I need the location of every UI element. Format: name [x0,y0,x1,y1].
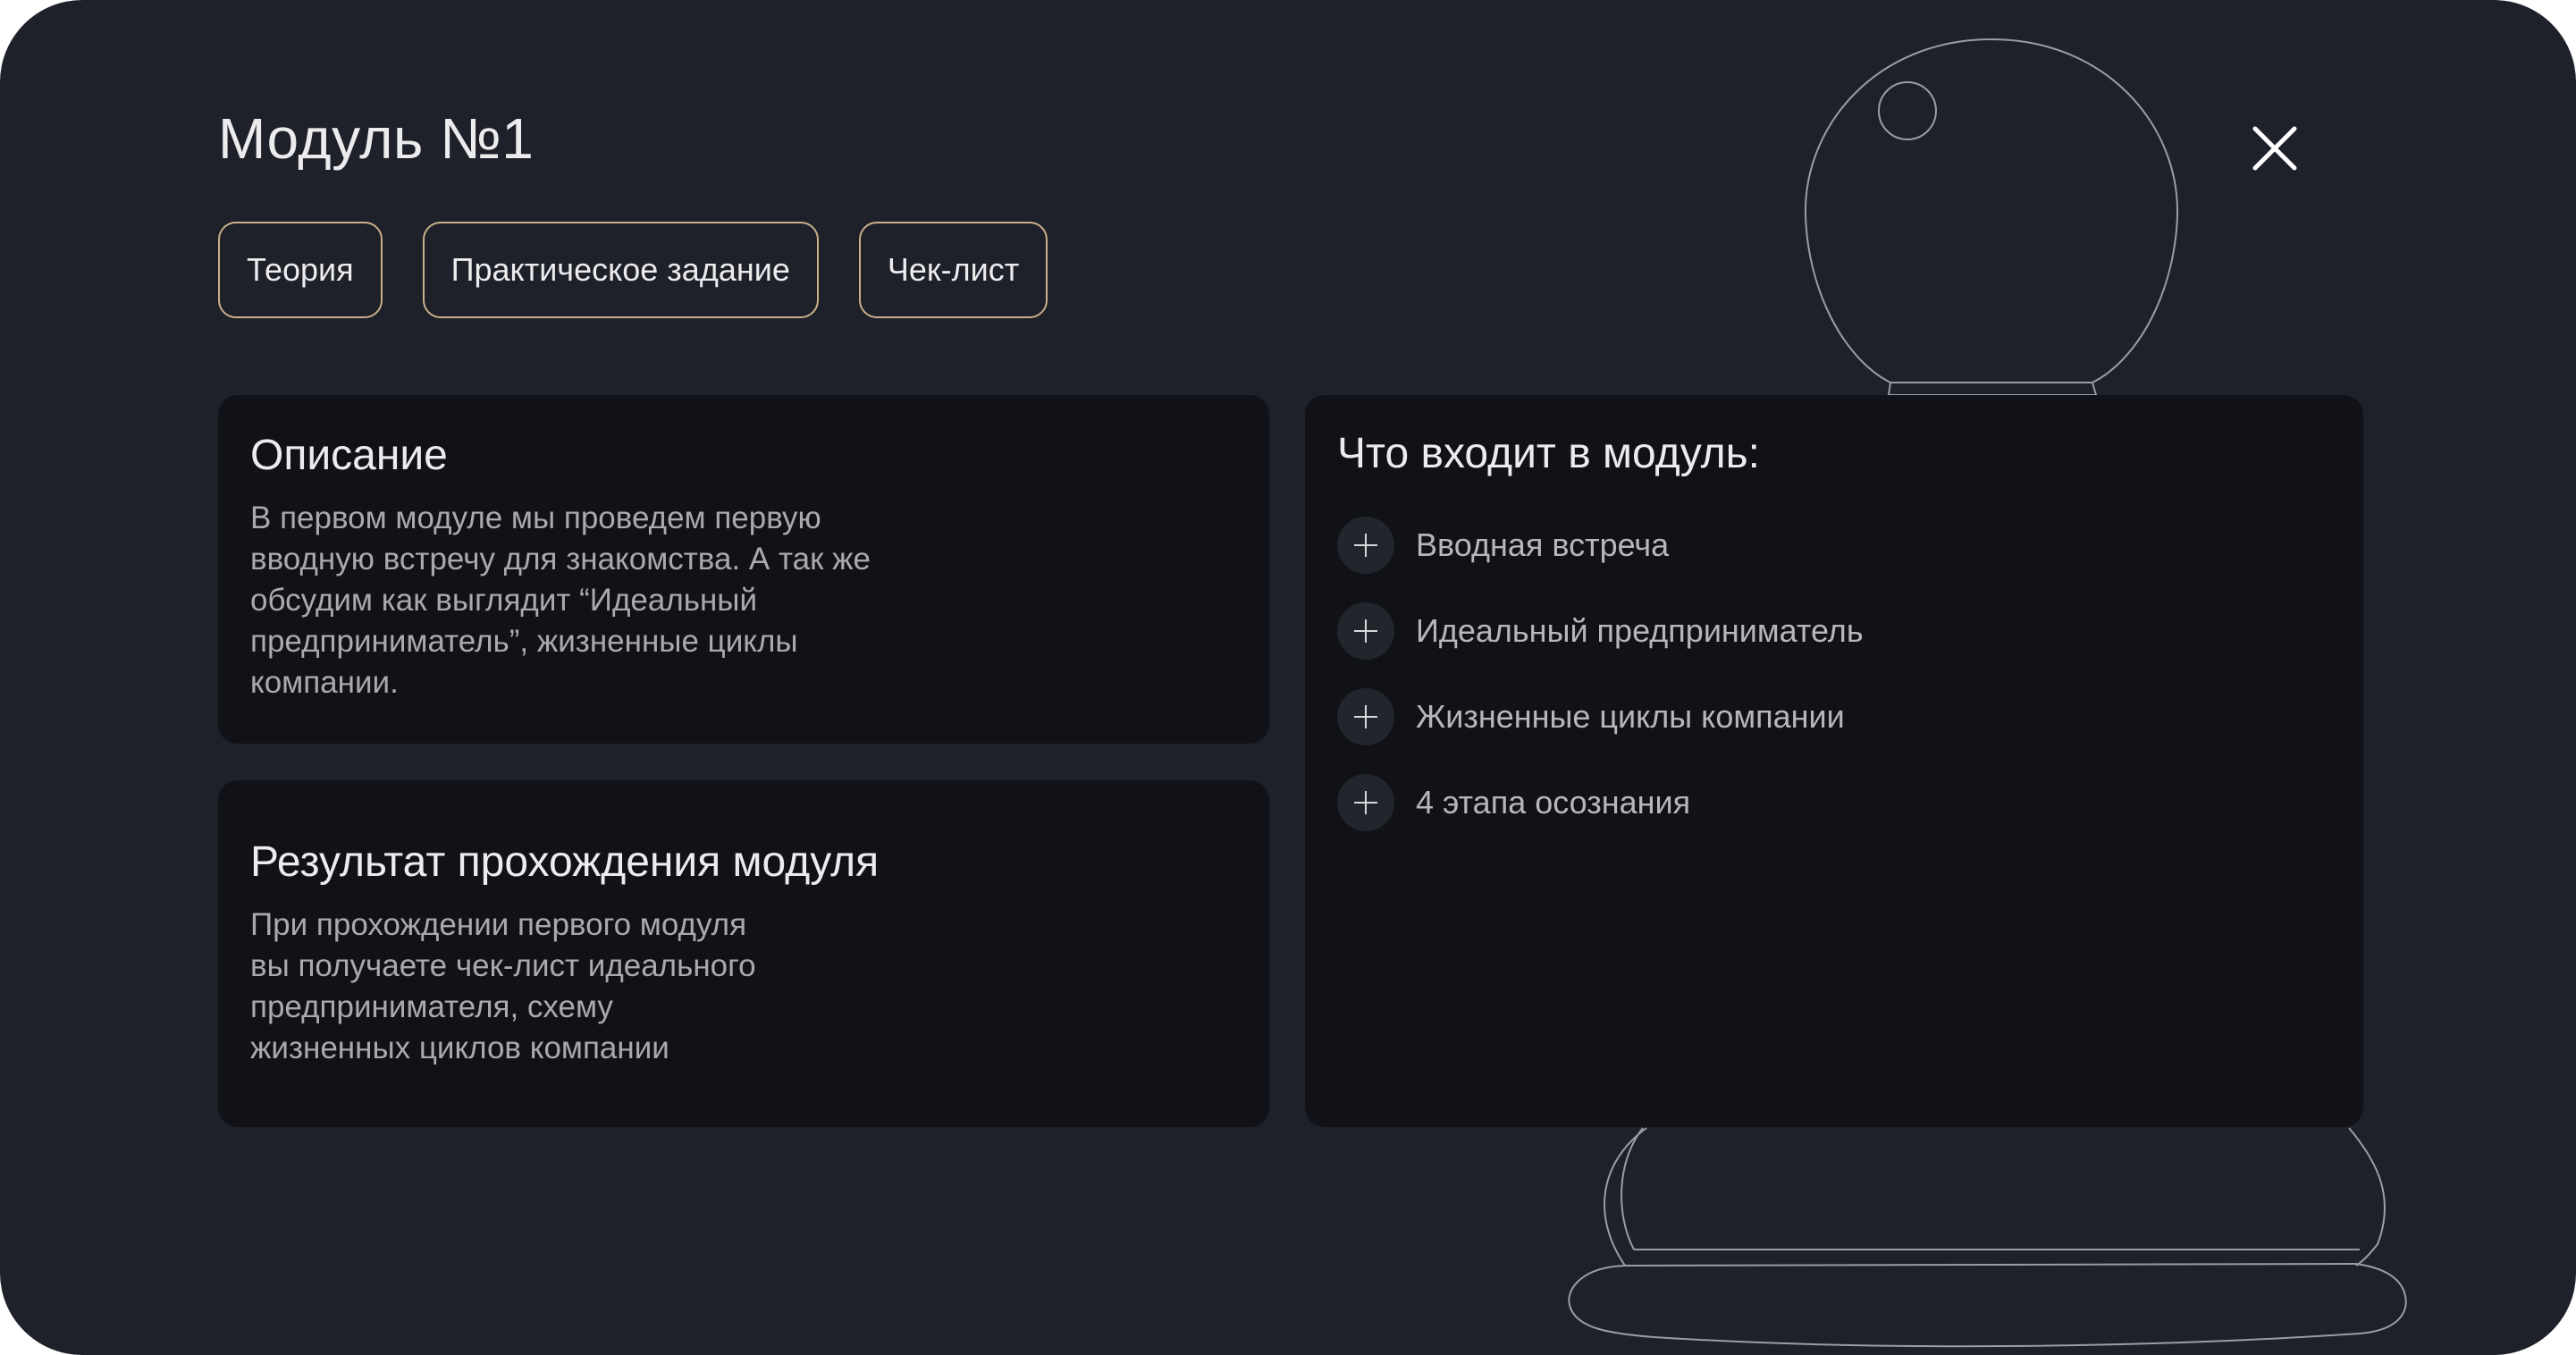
description-text: В первом модуле мы проведем первую вводн… [250,501,871,700]
module-contents-card: Что входит в модуль: Вводная встреча Иде… [1305,395,2363,1127]
module-title: Модуль №1 [218,106,535,171]
list-item-label: 4 этапа осознания [1416,784,1691,821]
tab-theory[interactable]: Теория [218,222,383,318]
description-heading: Описание [250,432,448,479]
module-modal: Модуль №1 Теория Практическое задание Че… [0,0,2576,1355]
list-item-label: Идеальный предприниматель [1416,612,1864,649]
result-text: При прохождении первого модуля вы получа… [250,907,756,1065]
module-contents-heading: Что входит в модуль: [1337,430,1760,477]
list-item[interactable]: Жизненные циклы компании [1337,687,2331,746]
description-card: Описание В первом модуле мы проведем пер… [218,395,1269,744]
list-item[interactable]: Идеальный предприниматель [1337,602,2331,661]
module-tabs: Теория Практическое задание Чек-лист [218,222,1048,318]
plus-icon[interactable] [1337,774,1394,831]
close-icon[interactable] [2248,122,2302,175]
module-contents-list: Вводная встреча Идеальный предпринимател… [1337,516,2331,832]
plus-icon[interactable] [1337,517,1394,574]
list-item-label: Вводная встреча [1416,526,1670,563]
list-item[interactable]: 4 этапа осознания [1337,773,2331,832]
list-item[interactable]: Вводная встреча [1337,516,2331,575]
tab-practical-task[interactable]: Практическое задание [422,222,819,318]
plus-icon[interactable] [1337,688,1394,745]
tab-checklist[interactable]: Чек-лист [858,222,1048,318]
plus-icon[interactable] [1337,602,1394,660]
result-card: Результат прохождения модуля При прохожд… [218,780,1269,1127]
result-heading: Результат прохождения модуля [250,838,880,886]
list-item-label: Жизненные циклы компании [1416,698,1845,735]
